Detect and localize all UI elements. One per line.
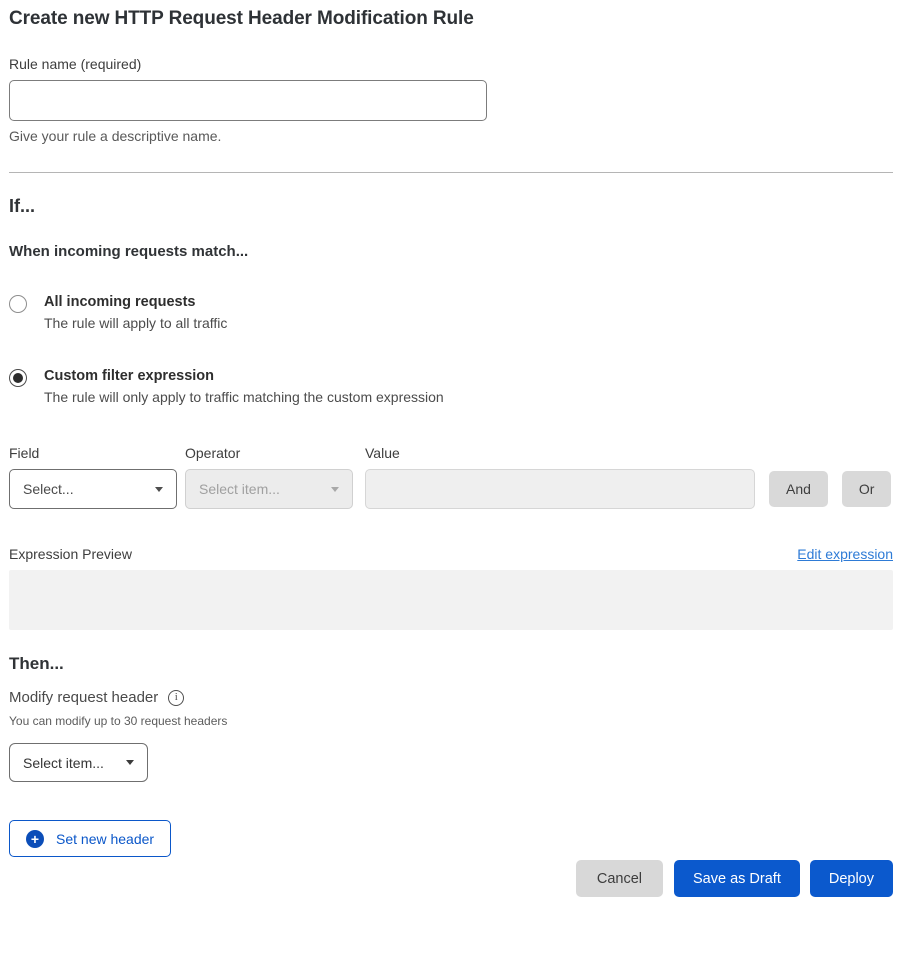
match-subheading: When incoming requests match... bbox=[9, 243, 893, 260]
value-label: Value bbox=[365, 445, 755, 461]
header-action-select-value: Select item... bbox=[23, 755, 104, 771]
rule-name-label: Rule name (required) bbox=[9, 56, 893, 72]
field-label: Field bbox=[9, 445, 177, 461]
cancel-button[interactable]: Cancel bbox=[576, 860, 663, 897]
field-select-value: Select... bbox=[23, 481, 74, 497]
expression-preview-label: Expression Preview bbox=[9, 546, 132, 562]
radio-button-icon[interactable] bbox=[9, 369, 27, 387]
modify-header-label: Modify request header bbox=[9, 689, 158, 706]
rule-name-input[interactable] bbox=[9, 80, 487, 121]
section-divider bbox=[9, 172, 893, 173]
modify-header-help-text: You can modify up to 30 request headers bbox=[9, 714, 893, 728]
and-button[interactable]: And bbox=[769, 471, 828, 507]
field-select[interactable]: Select... bbox=[9, 469, 177, 509]
info-icon[interactable]: i bbox=[168, 690, 184, 706]
chevron-down-icon bbox=[331, 487, 339, 492]
modify-header-row: Modify request header i bbox=[9, 689, 893, 706]
operator-select-value: Select item... bbox=[199, 481, 280, 497]
if-heading: If... bbox=[9, 196, 893, 217]
value-input[interactable] bbox=[365, 469, 755, 509]
set-new-header-button[interactable]: + Set new header bbox=[9, 820, 171, 857]
create-rule-form: Create new HTTP Request Header Modificat… bbox=[0, 0, 899, 897]
deploy-button[interactable]: Deploy bbox=[810, 860, 893, 897]
header-action-select[interactable]: Select item... bbox=[9, 743, 148, 782]
expression-preview-header: Expression Preview Edit expression bbox=[9, 546, 893, 562]
operator-select[interactable]: Select item... bbox=[185, 469, 353, 509]
page-title: Create new HTTP Request Header Modificat… bbox=[9, 8, 893, 30]
expression-preview-box bbox=[9, 570, 893, 630]
radio-description: The rule will only apply to traffic matc… bbox=[44, 389, 444, 405]
radio-label: All incoming requests bbox=[44, 294, 227, 310]
edit-expression-link[interactable]: Edit expression bbox=[797, 546, 893, 562]
then-heading: Then... bbox=[9, 654, 893, 674]
or-button[interactable]: Or bbox=[842, 471, 892, 507]
plus-circle-icon: + bbox=[26, 830, 44, 848]
radio-description: The rule will apply to all traffic bbox=[44, 315, 227, 331]
radio-button-icon[interactable] bbox=[9, 295, 27, 313]
save-as-draft-button[interactable]: Save as Draft bbox=[674, 860, 800, 897]
chevron-down-icon bbox=[126, 760, 134, 765]
radio-option-all-incoming[interactable]: All incoming requests The rule will appl… bbox=[9, 294, 893, 331]
rule-name-help-text: Give your rule a descriptive name. bbox=[9, 128, 893, 144]
expression-builder-row: Field Select... Operator Select item... … bbox=[9, 445, 893, 509]
footer-actions: Cancel Save as Draft Deploy bbox=[9, 860, 893, 897]
chevron-down-icon bbox=[155, 487, 163, 492]
radio-option-custom-filter[interactable]: Custom filter expression The rule will o… bbox=[9, 368, 893, 405]
radio-label: Custom filter expression bbox=[44, 368, 444, 384]
set-new-header-label: Set new header bbox=[56, 831, 154, 847]
operator-label: Operator bbox=[185, 445, 353, 461]
